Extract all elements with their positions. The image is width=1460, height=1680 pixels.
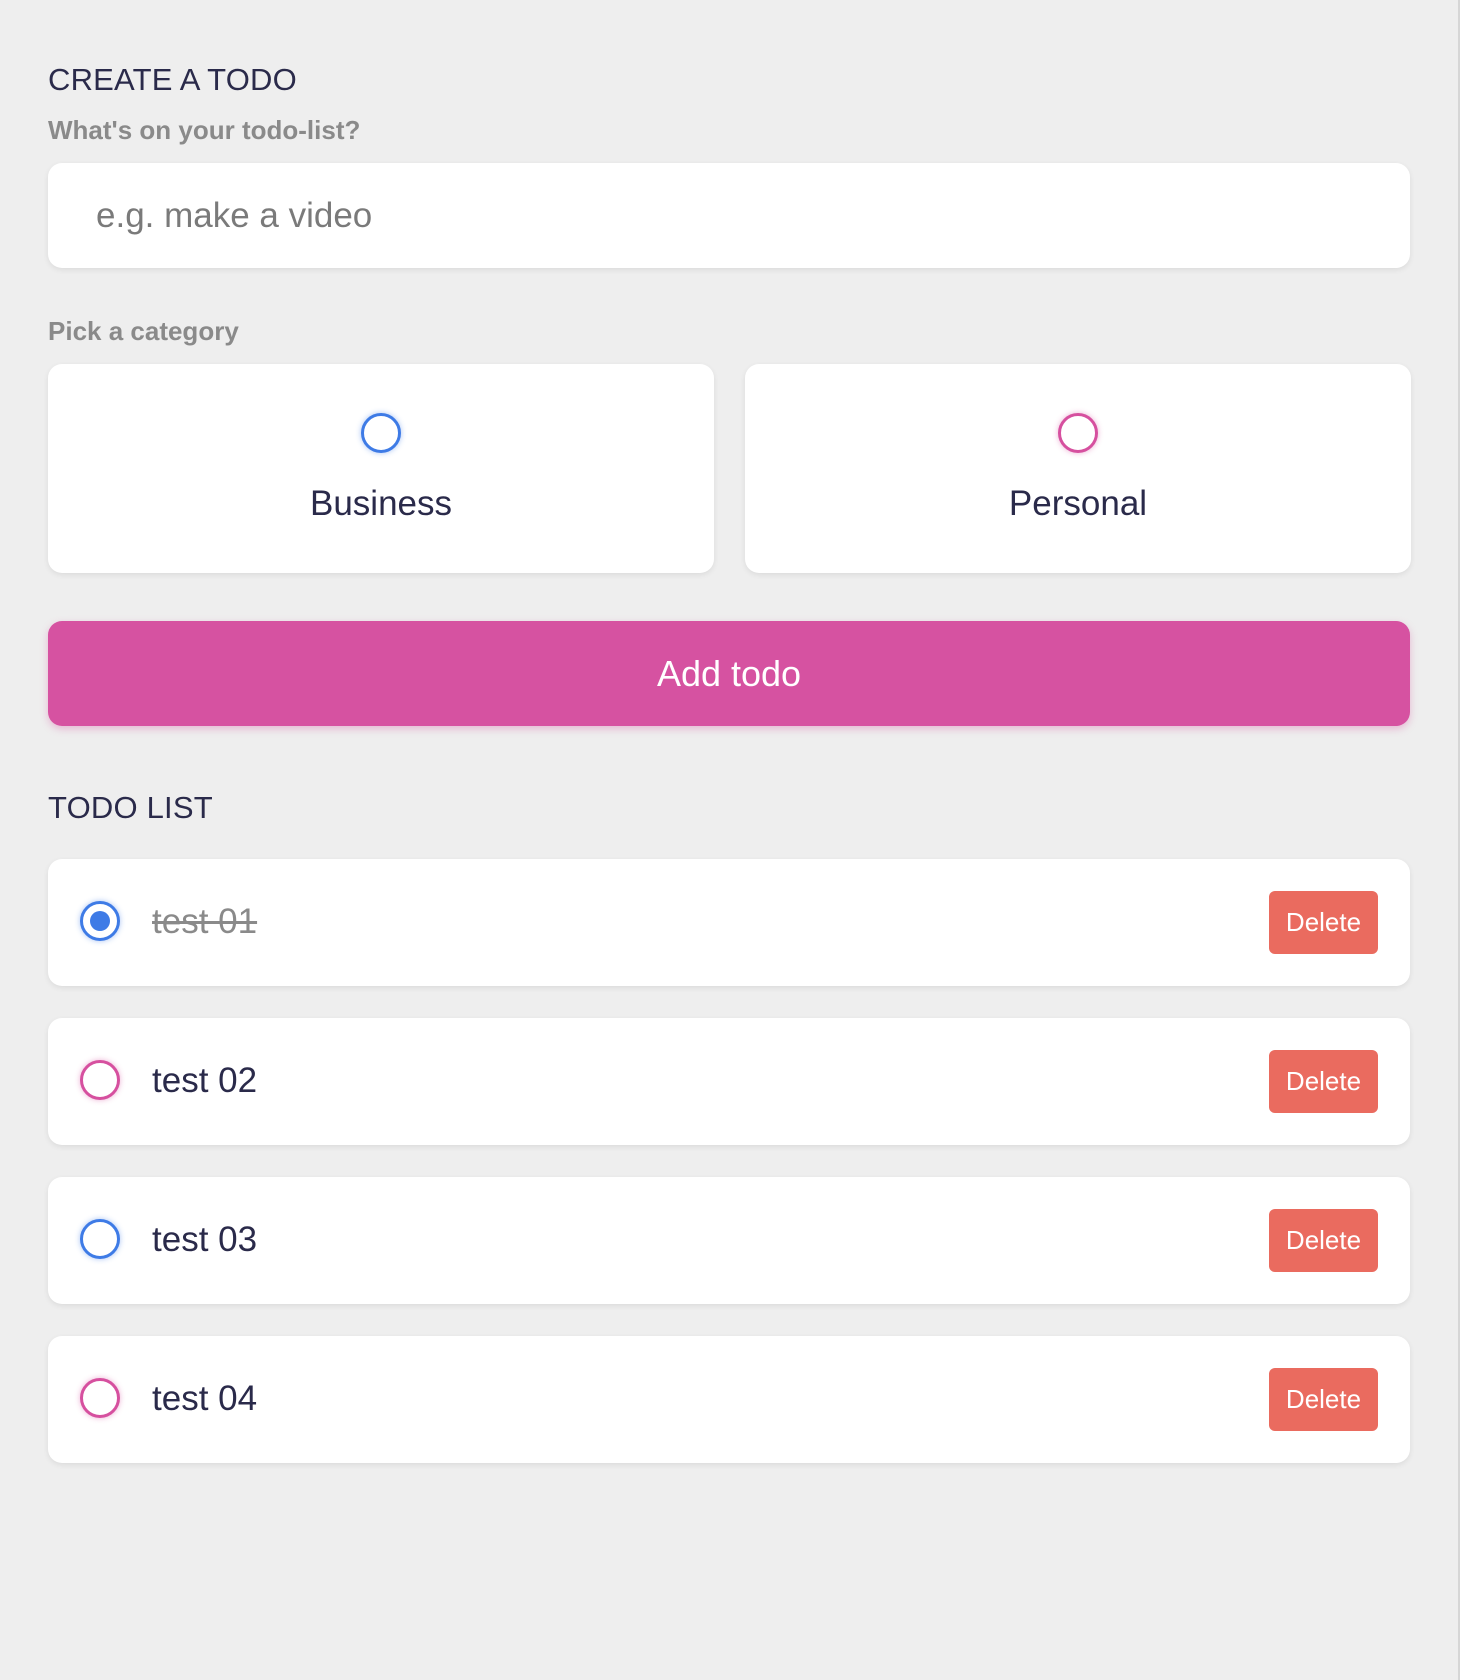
personal-radio-icon[interactable] xyxy=(1058,413,1098,453)
delete-button[interactable]: Delete xyxy=(1269,1368,1378,1431)
todo-input-label: What's on your todo-list? xyxy=(48,115,361,145)
todo-item: test 02 Delete xyxy=(48,1018,1410,1145)
delete-button[interactable]: Delete xyxy=(1269,1050,1378,1113)
category-option-business[interactable]: Business xyxy=(48,364,714,573)
business-radio-icon[interactable] xyxy=(361,413,401,453)
todo-done-checkbox-icon[interactable] xyxy=(80,901,120,941)
todo-text[interactable]: test 04 xyxy=(152,1379,257,1419)
todo-item: test 03 Delete xyxy=(48,1177,1410,1304)
add-todo-button[interactable]: Add todo xyxy=(48,621,1410,726)
category-label-personal: Personal xyxy=(1008,484,1148,523)
category-label-business: Business xyxy=(309,484,453,523)
category-option-personal[interactable]: Personal xyxy=(745,364,1411,573)
delete-button[interactable]: Delete xyxy=(1269,891,1378,954)
todo-checkbox-icon[interactable] xyxy=(80,1219,120,1259)
todo-item: test 01 Delete xyxy=(48,859,1410,986)
category-label: Pick a category xyxy=(48,316,239,346)
todo-list: test 01 Delete test 02 Delete test 03 De… xyxy=(48,859,1410,1495)
todo-text[interactable]: test 02 xyxy=(152,1061,257,1101)
todo-text[interactable]: test 01 xyxy=(152,902,257,942)
todo-input-container xyxy=(48,163,1410,268)
todo-list-title: TODO LIST xyxy=(48,790,213,825)
todo-input[interactable] xyxy=(48,163,1410,268)
todo-checkbox-icon[interactable] xyxy=(80,1060,120,1100)
todo-item: test 04 Delete xyxy=(48,1336,1410,1463)
todo-text[interactable]: test 03 xyxy=(152,1220,257,1260)
delete-button[interactable]: Delete xyxy=(1269,1209,1378,1272)
create-todo-title: CREATE A TODO xyxy=(48,62,297,97)
todo-checkbox-icon[interactable] xyxy=(80,1378,120,1418)
